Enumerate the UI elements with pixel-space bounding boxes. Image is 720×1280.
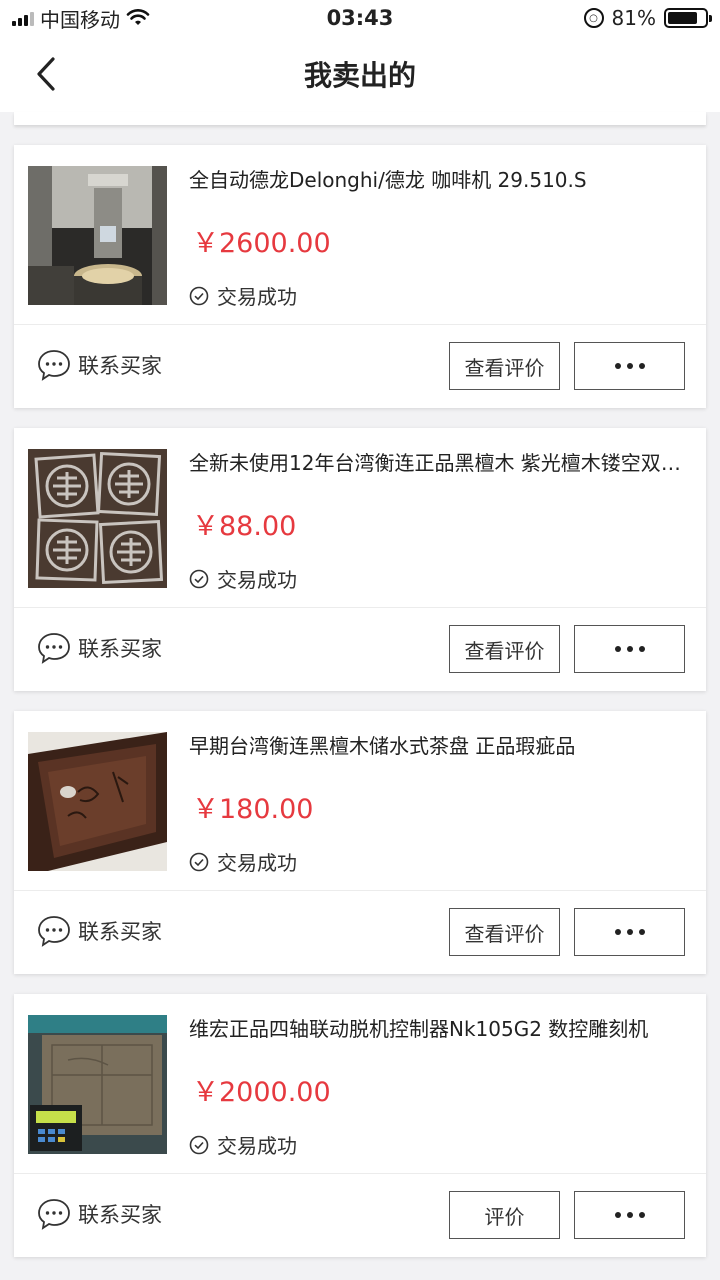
more-options-button[interactable] [574, 1191, 685, 1239]
chevron-left-icon [37, 57, 55, 91]
product-title[interactable]: 早期台湾衡连黑檀木储水式茶盘 正品瑕疵品 [189, 733, 699, 759]
product-title[interactable]: 全新未使用12年台湾衡连正品黑檀木 紫光檀木镂空双面雕茶托 [189, 450, 699, 476]
product-image-cnc-controller[interactable] [28, 1015, 167, 1154]
product-image-coffee-machine[interactable] [28, 166, 167, 305]
status-bar: 中国移动 03:43 ○ 81% [0, 0, 720, 36]
battery-percent: 81% [611, 6, 656, 30]
more-options-button[interactable] [574, 342, 685, 390]
more-dots-icon [614, 1212, 645, 1218]
check-circle-icon [189, 569, 209, 588]
product-price: ￥88.00 [192, 511, 297, 542]
trade-status-label: 交易成功 [217, 1134, 297, 1158]
back-button[interactable] [26, 54, 66, 94]
chat-bubble-icon [38, 350, 70, 381]
clock: 03:43 [326, 6, 394, 30]
previous-card-edge [14, 112, 706, 125]
chat-bubble-icon [38, 1199, 70, 1230]
check-circle-icon [189, 1135, 209, 1154]
order-card: 全自动德龙Delonghi/德龙 咖啡机 29.510.S ￥2600.00 交… [14, 145, 706, 408]
review-button[interactable]: 评价 [449, 1191, 560, 1239]
contact-buyer-label: 联系买家 [78, 1203, 162, 1227]
product-image-tea-coaster[interactable] [28, 449, 167, 588]
product-price: ￥2000.00 [192, 1077, 331, 1108]
battery-icon [664, 8, 712, 28]
rotation-lock-icon: ○ [583, 8, 604, 28]
trade-status: 交易成功 [189, 1130, 297, 1159]
contact-buyer-label: 联系买家 [78, 354, 162, 378]
contact-buyer-button[interactable]: 联系买家 [36, 630, 162, 666]
view-review-button[interactable]: 查看评价 [449, 342, 560, 390]
more-dots-icon [614, 363, 645, 369]
signal-icon [12, 10, 34, 26]
check-circle-icon [189, 852, 209, 871]
trade-status-label: 交易成功 [217, 285, 297, 309]
chat-bubble-icon [38, 916, 70, 947]
contact-buyer-label: 联系买家 [78, 637, 162, 661]
wifi-icon [126, 9, 150, 25]
view-review-button[interactable]: 查看评价 [449, 625, 560, 673]
contact-buyer-label: 联系买家 [78, 920, 162, 944]
more-options-button[interactable] [574, 625, 685, 673]
more-options-button[interactable] [574, 908, 685, 956]
order-card: 全新未使用12年台湾衡连正品黑檀木 紫光檀木镂空双面雕茶托 ￥88.00 交易成… [14, 428, 706, 691]
order-card: 维宏正品四轴联动脱机控制器Nk105G2 数控雕刻机 ￥2000.00 交易成功… [14, 994, 706, 1257]
contact-buyer-button[interactable]: 联系买家 [36, 347, 162, 383]
product-price: ￥2600.00 [192, 228, 331, 259]
order-card: 早期台湾衡连黑檀木储水式茶盘 正品瑕疵品 ￥180.00 交易成功 联系买家 查… [14, 711, 706, 974]
view-review-button[interactable]: 查看评价 [449, 908, 560, 956]
contact-buyer-button[interactable]: 联系买家 [36, 913, 162, 949]
page-title: 我卖出的 [303, 59, 416, 92]
trade-status-label: 交易成功 [217, 851, 297, 875]
navigation-bar: 我卖出的 [0, 36, 720, 112]
check-circle-icon [189, 286, 209, 305]
more-dots-icon [614, 646, 645, 652]
carrier-label: 中国移动 [40, 7, 120, 32]
trade-status: 交易成功 [189, 847, 297, 876]
contact-buyer-button[interactable]: 联系买家 [36, 1196, 162, 1232]
product-price: ￥180.00 [192, 794, 314, 825]
product-title[interactable]: 维宏正品四轴联动脱机控制器Nk105G2 数控雕刻机 [189, 1016, 699, 1042]
more-dots-icon [614, 929, 645, 935]
product-image-tea-tray[interactable] [28, 732, 167, 871]
chat-bubble-icon [38, 633, 70, 664]
trade-status-label: 交易成功 [217, 568, 297, 592]
trade-status: 交易成功 [189, 564, 297, 593]
product-title[interactable]: 全自动德龙Delonghi/德龙 咖啡机 29.510.S [189, 167, 699, 193]
trade-status: 交易成功 [189, 281, 297, 310]
